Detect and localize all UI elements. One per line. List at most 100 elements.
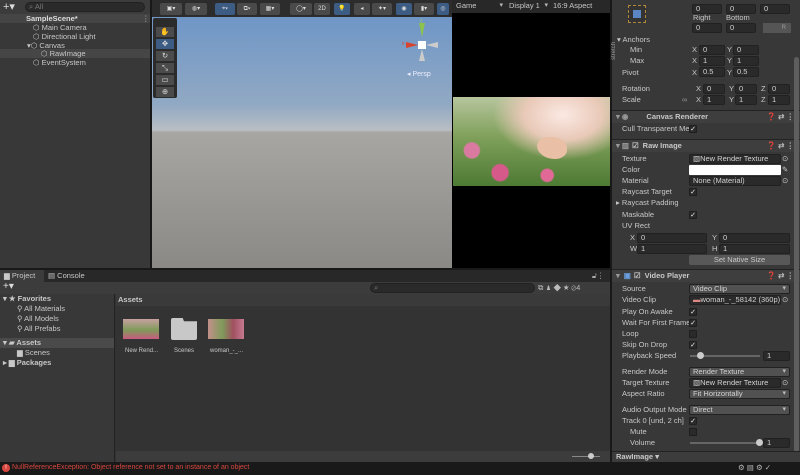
hierarchy-item[interactable]: ⬡ Directional Light xyxy=(33,32,95,41)
hierarchy-item-selected[interactable]: ⬡ RawImage xyxy=(0,49,150,58)
anchor-min-y[interactable]: 0 xyxy=(733,45,759,55)
preview-dropdown[interactable]: RawImage ▾ xyxy=(616,452,659,462)
scene-menu-icon[interactable]: ⋮ xyxy=(142,14,150,23)
raycast-target-checkbox[interactable]: ✓ xyxy=(689,188,697,196)
camera-button[interactable]: ▮▾ xyxy=(414,3,434,15)
grid-snap-button[interactable]: ⌖▾ xyxy=(215,3,235,15)
audio-output-dropdown[interactable]: Direct xyxy=(689,405,790,415)
packages-folder[interactable]: ▸ ▆ Packages xyxy=(3,358,51,367)
scale-y[interactable]: 1 xyxy=(735,95,757,105)
target-texture-field[interactable]: ▧New Render Texture xyxy=(689,378,781,388)
anchor-min-x[interactable]: 0 xyxy=(699,45,725,55)
lock-icon[interactable]: 🔓︎⋮ xyxy=(592,271,604,281)
video-player-header[interactable]: ▾ ▣ ☑ Video Player ❓ ⇄ ⋮ xyxy=(612,269,800,282)
favorite-item[interactable]: ⚲ All Prefabs xyxy=(17,324,60,333)
rotate-tool-icon[interactable]: ↻ xyxy=(156,51,174,61)
status-bar[interactable]: ! NullReferenceException: Object referen… xyxy=(0,462,800,475)
raw-image-header[interactable]: ▾ ▨ ☑ Raw Image ❓ ⇄ ⋮ xyxy=(612,139,800,152)
playback-speed-field[interactable]: 1 xyxy=(763,351,790,361)
pos-z-field[interactable]: 0 xyxy=(760,4,790,14)
material-field[interactable]: None (Material) xyxy=(689,176,781,186)
raw-edit-button[interactable]: R xyxy=(763,23,791,33)
anchors-foldout[interactable]: ▾ Anchors xyxy=(617,35,650,45)
uv-y-field[interactable]: 0 xyxy=(719,233,790,243)
scale-z[interactable]: 1 xyxy=(768,95,790,105)
video-thumbnail[interactable] xyxy=(208,319,244,339)
skip-on-drop-checkbox[interactable]: ✓ xyxy=(689,341,697,349)
source-dropdown[interactable]: Video Clip xyxy=(689,284,790,294)
add-icon[interactable]: +▾ xyxy=(3,0,15,13)
project-search[interactable]: ⌕ xyxy=(370,283,535,293)
component-menu-icons[interactable]: ❓ ⇄ ⋮ xyxy=(767,140,794,152)
favorites-foldout[interactable]: ▾ ★ Favorites xyxy=(3,294,51,303)
pivot-y[interactable]: 0.5 xyxy=(733,67,759,77)
rotation-y[interactable]: 0 xyxy=(735,84,757,94)
rotation-x[interactable]: 0 xyxy=(703,84,725,94)
tab-console[interactable]: ▤ Console xyxy=(48,270,92,282)
scale-x[interactable]: 1 xyxy=(703,95,725,105)
cull-checkbox[interactable]: ✓ xyxy=(689,125,697,133)
track-checkbox[interactable]: ✓ xyxy=(689,417,697,425)
hierarchy-search[interactable]: ⌕ All xyxy=(25,2,145,12)
anchor-preset-button[interactable] xyxy=(628,5,646,23)
eyedropper-icon[interactable]: ✎ xyxy=(782,165,788,175)
play-on-awake-checkbox[interactable]: ✓ xyxy=(689,308,697,316)
bottom-field[interactable]: 0 xyxy=(726,23,756,33)
anchor-max-y[interactable]: 1 xyxy=(733,56,759,66)
effects-button[interactable]: ✦▾ xyxy=(372,3,392,15)
aspect-dropdown[interactable]: 16:9 Aspect xyxy=(553,1,592,11)
loop-checkbox[interactable] xyxy=(689,330,697,338)
video-clip-field[interactable]: ▬woman_-_58142 (360p) xyxy=(689,295,781,305)
hierarchy-item[interactable]: ⬡ EventSystem xyxy=(33,58,86,67)
scene-row[interactable]: SampleScene* ⋮ xyxy=(0,14,150,23)
render-texture-thumbnail[interactable] xyxy=(123,319,159,339)
persp-label[interactable]: ◂ Persp xyxy=(407,70,431,78)
right-field[interactable]: 0 xyxy=(692,23,722,33)
canvas-renderer-header[interactable]: ▾ ◉ Canvas Renderer ❓ ⇄ ⋮ xyxy=(612,110,800,123)
set-native-size-button[interactable]: Set Native Size xyxy=(689,255,790,265)
scenes-folder[interactable]: ▆ Scenes xyxy=(17,348,50,357)
hidden-toggle[interactable]: ◉ xyxy=(396,3,412,15)
increment-button[interactable]: ▦▾ xyxy=(260,3,280,15)
link-icon[interactable]: ∞ xyxy=(682,95,687,105)
maskable-checkbox[interactable]: ✓ xyxy=(689,211,697,219)
rect-tool-icon[interactable]: ▭ xyxy=(156,75,174,85)
assets-folder[interactable]: ▾ ▰ Assets xyxy=(0,338,114,348)
shading-button[interactable]: ◯▾ xyxy=(290,3,312,15)
slider-thumb[interactable] xyxy=(756,439,763,446)
slider-thumb[interactable] xyxy=(696,352,704,359)
inspector-scrollbar[interactable] xyxy=(794,12,799,452)
folder-icon[interactable] xyxy=(171,318,197,340)
volume-slider[interactable] xyxy=(690,439,763,446)
snap-button[interactable]: ⧉▾ xyxy=(237,3,257,15)
pivot-x[interactable]: 0.5 xyxy=(699,67,725,77)
filter-icons[interactable]: ⧉ ♟ ◆ ★ ⊘4 xyxy=(538,283,580,293)
playback-speed-slider[interactable] xyxy=(690,352,760,359)
aspect-ratio-dropdown[interactable]: Fit Horizontally xyxy=(689,389,790,399)
component-menu-icons[interactable]: ❓ ⇄ ⋮ xyxy=(767,270,794,282)
mute-checkbox[interactable] xyxy=(689,428,697,436)
wait-first-frame-checkbox[interactable]: ✓ xyxy=(689,319,697,327)
object-picker-icon[interactable]: ⊙ xyxy=(782,295,788,305)
uv-x-field[interactable]: 0 xyxy=(637,233,707,243)
uv-w-field[interactable]: 1 xyxy=(637,244,707,254)
draw-mode-button[interactable]: ▣▾ xyxy=(160,3,182,15)
favorite-item[interactable]: ⚲ All Materials xyxy=(17,304,65,313)
gizmos-button[interactable]: ◎ xyxy=(437,3,449,15)
lighting-toggle[interactable]: 💡 xyxy=(334,3,350,15)
transform-tool-icon[interactable]: ⊕ xyxy=(156,87,174,97)
orientation-gizmo[interactable]: y x xyxy=(402,18,448,62)
volume-field[interactable]: 1 xyxy=(763,438,790,448)
rotation-z[interactable]: 0 xyxy=(768,84,790,94)
create-icon[interactable]: +▾ xyxy=(3,281,14,292)
anchor-max-x[interactable]: 1 xyxy=(699,56,725,66)
object-picker-icon[interactable]: ⊙ xyxy=(782,154,788,164)
move-tool-icon[interactable]: ✥ xyxy=(156,39,174,49)
game-dropdown[interactable]: Game xyxy=(456,1,506,11)
hierarchy-item[interactable]: ⬡ Main Camera xyxy=(33,23,87,32)
status-icons[interactable]: ⚙ ▤ ⚙ ✓ xyxy=(738,463,771,473)
hand-tool-icon[interactable]: ✋ xyxy=(156,27,174,37)
display-dropdown[interactable]: Display 1 xyxy=(509,1,551,11)
scale-tool-icon[interactable]: ⤡ xyxy=(156,63,174,73)
audio-toggle[interactable]: ◂ xyxy=(354,3,370,15)
